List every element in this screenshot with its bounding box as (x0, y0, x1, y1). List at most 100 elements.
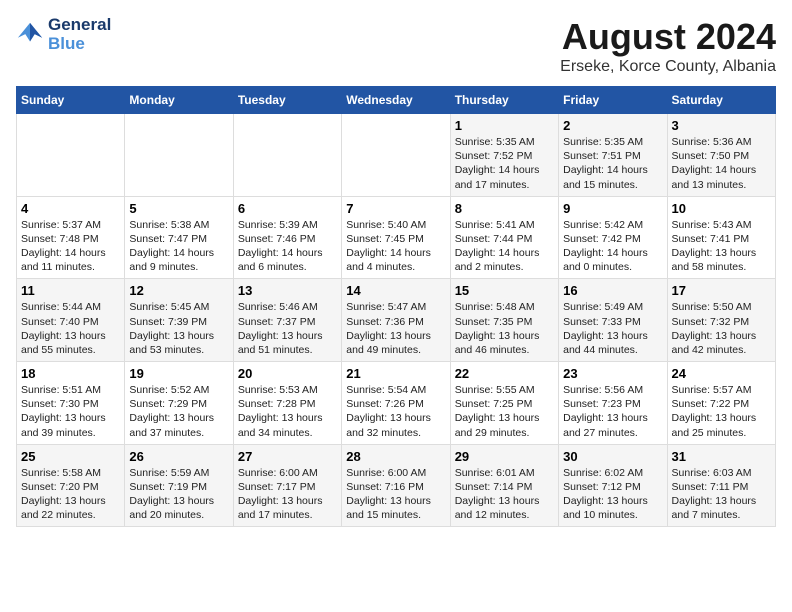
calendar-cell (342, 114, 450, 197)
calendar-cell: 1 Sunrise: 5:35 AM Sunset: 7:52 PM Daylig… (450, 114, 558, 197)
logo-icon (16, 21, 44, 49)
day-number: 15 (455, 283, 554, 298)
day-number: 1 (455, 118, 554, 133)
logo-line2: Blue (48, 35, 111, 54)
calendar-cell: 8 Sunrise: 5:41 AM Sunset: 7:44 PM Daylig… (450, 196, 558, 279)
calendar-cell: 23 Sunrise: 5:56 AM Sunset: 7:23 PM Dayli… (559, 362, 667, 445)
cell-sun-info: Sunrise: 5:41 AM Sunset: 7:44 PM Dayligh… (455, 218, 554, 275)
day-number: 19 (129, 366, 228, 381)
cell-sun-info: Sunrise: 5:44 AM Sunset: 7:40 PM Dayligh… (21, 300, 120, 357)
day-number: 14 (346, 283, 445, 298)
cell-sun-info: Sunrise: 5:36 AM Sunset: 7:50 PM Dayligh… (672, 135, 771, 192)
calendar-cell (17, 114, 125, 197)
cell-sun-info: Sunrise: 5:55 AM Sunset: 7:25 PM Dayligh… (455, 383, 554, 440)
header-thursday: Thursday (450, 87, 558, 114)
cell-sun-info: Sunrise: 5:35 AM Sunset: 7:52 PM Dayligh… (455, 135, 554, 192)
calendar-cell: 18 Sunrise: 5:51 AM Sunset: 7:30 PM Dayli… (17, 362, 125, 445)
day-number: 10 (672, 201, 771, 216)
logo-line1: General (48, 16, 111, 35)
day-number: 26 (129, 449, 228, 464)
cell-sun-info: Sunrise: 5:57 AM Sunset: 7:22 PM Dayligh… (672, 383, 771, 440)
calendar-title-block: August 2024 Erseke, Korce County, Albani… (560, 16, 776, 76)
day-number: 20 (238, 366, 337, 381)
calendar-cell: 4Sunrise: 5:37 AM Sunset: 7:48 PM Daylig… (17, 196, 125, 279)
cell-sun-info: Sunrise: 5:37 AM Sunset: 7:48 PM Dayligh… (21, 218, 120, 275)
cell-sun-info: Sunrise: 5:58 AM Sunset: 7:20 PM Dayligh… (21, 466, 120, 523)
calendar-cell: 12 Sunrise: 5:45 AM Sunset: 7:39 PM Dayli… (125, 279, 233, 362)
calendar-cell: 16 Sunrise: 5:49 AM Sunset: 7:33 PM Dayli… (559, 279, 667, 362)
calendar-cell: 28 Sunrise: 6:00 AM Sunset: 7:16 PM Dayli… (342, 444, 450, 527)
calendar-week-row: 11 Sunrise: 5:44 AM Sunset: 7:40 PM Dayli… (17, 279, 776, 362)
header-saturday: Saturday (667, 87, 775, 114)
calendar-week-row: 25 Sunrise: 5:58 AM Sunset: 7:20 PM Dayli… (17, 444, 776, 527)
calendar-cell: 5Sunrise: 5:38 AM Sunset: 7:47 PM Daylig… (125, 196, 233, 279)
day-number: 30 (563, 449, 662, 464)
calendar-cell: 24 Sunrise: 5:57 AM Sunset: 7:22 PM Dayli… (667, 362, 775, 445)
cell-sun-info: Sunrise: 5:45 AM Sunset: 7:39 PM Dayligh… (129, 300, 228, 357)
day-number: 28 (346, 449, 445, 464)
calendar-cell: 13 Sunrise: 5:46 AM Sunset: 7:37 PM Dayli… (233, 279, 341, 362)
day-number: 21 (346, 366, 445, 381)
calendar-cell: 31 Sunrise: 6:03 AM Sunset: 7:11 PM Dayli… (667, 444, 775, 527)
day-number: 31 (672, 449, 771, 464)
cell-sun-info: Sunrise: 5:56 AM Sunset: 7:23 PM Dayligh… (563, 383, 662, 440)
calendar-cell: 6 Sunrise: 5:39 AM Sunset: 7:46 PM Daylig… (233, 196, 341, 279)
cell-sun-info: Sunrise: 5:51 AM Sunset: 7:30 PM Dayligh… (21, 383, 120, 440)
day-number: 22 (455, 366, 554, 381)
location-subtitle: Erseke, Korce County, Albania (560, 58, 776, 76)
cell-sun-info: Sunrise: 5:54 AM Sunset: 7:26 PM Dayligh… (346, 383, 445, 440)
day-number: 25 (21, 449, 120, 464)
calendar-cell: 25 Sunrise: 5:58 AM Sunset: 7:20 PM Dayli… (17, 444, 125, 527)
calendar-cell: 21 Sunrise: 5:54 AM Sunset: 7:26 PM Dayli… (342, 362, 450, 445)
calendar-cell: 11 Sunrise: 5:44 AM Sunset: 7:40 PM Dayli… (17, 279, 125, 362)
calendar-cell: 9 Sunrise: 5:42 AM Sunset: 7:42 PM Daylig… (559, 196, 667, 279)
calendar-cell: 22 Sunrise: 5:55 AM Sunset: 7:25 PM Dayli… (450, 362, 558, 445)
day-number: 7 (346, 201, 445, 216)
calendar-cell: 10 Sunrise: 5:43 AM Sunset: 7:41 PM Dayli… (667, 196, 775, 279)
cell-sun-info: Sunrise: 6:01 AM Sunset: 7:14 PM Dayligh… (455, 466, 554, 523)
day-number: 29 (455, 449, 554, 464)
calendar-cell: 27Sunrise: 6:00 AM Sunset: 7:17 PM Dayli… (233, 444, 341, 527)
calendar-cell: 30 Sunrise: 6:02 AM Sunset: 7:12 PM Dayli… (559, 444, 667, 527)
cell-sun-info: Sunrise: 5:35 AM Sunset: 7:51 PM Dayligh… (563, 135, 662, 192)
header-wednesday: Wednesday (342, 87, 450, 114)
cell-sun-info: Sunrise: 5:52 AM Sunset: 7:29 PM Dayligh… (129, 383, 228, 440)
day-number: 6 (238, 201, 337, 216)
day-number: 23 (563, 366, 662, 381)
calendar-week-row: 18 Sunrise: 5:51 AM Sunset: 7:30 PM Dayli… (17, 362, 776, 445)
header-tuesday: Tuesday (233, 87, 341, 114)
calendar-week-row: 4Sunrise: 5:37 AM Sunset: 7:48 PM Daylig… (17, 196, 776, 279)
header-sunday: Sunday (17, 87, 125, 114)
day-number: 8 (455, 201, 554, 216)
cell-sun-info: Sunrise: 5:49 AM Sunset: 7:33 PM Dayligh… (563, 300, 662, 357)
calendar-cell: 3 Sunrise: 5:36 AM Sunset: 7:50 PM Daylig… (667, 114, 775, 197)
calendar-cell (233, 114, 341, 197)
logo: General Blue (16, 16, 111, 53)
page-header: General Blue August 2024 Erseke, Korce C… (16, 16, 776, 76)
calendar-cell: 29 Sunrise: 6:01 AM Sunset: 7:14 PM Dayli… (450, 444, 558, 527)
day-number: 17 (672, 283, 771, 298)
day-number: 11 (21, 283, 120, 298)
cell-sun-info: Sunrise: 5:42 AM Sunset: 7:42 PM Dayligh… (563, 218, 662, 275)
cell-sun-info: Sunrise: 6:03 AM Sunset: 7:11 PM Dayligh… (672, 466, 771, 523)
day-number: 2 (563, 118, 662, 133)
day-number: 3 (672, 118, 771, 133)
cell-sun-info: Sunrise: 5:53 AM Sunset: 7:28 PM Dayligh… (238, 383, 337, 440)
day-number: 16 (563, 283, 662, 298)
day-number: 18 (21, 366, 120, 381)
month-year-title: August 2024 (560, 16, 776, 58)
cell-sun-info: Sunrise: 5:46 AM Sunset: 7:37 PM Dayligh… (238, 300, 337, 357)
calendar-cell: 14Sunrise: 5:47 AM Sunset: 7:36 PM Dayli… (342, 279, 450, 362)
day-number: 5 (129, 201, 228, 216)
day-number: 24 (672, 366, 771, 381)
day-number: 13 (238, 283, 337, 298)
cell-sun-info: Sunrise: 6:02 AM Sunset: 7:12 PM Dayligh… (563, 466, 662, 523)
cell-sun-info: Sunrise: 6:00 AM Sunset: 7:16 PM Dayligh… (346, 466, 445, 523)
cell-sun-info: Sunrise: 5:48 AM Sunset: 7:35 PM Dayligh… (455, 300, 554, 357)
calendar-header-row: SundayMondayTuesdayWednesdayThursdayFrid… (17, 87, 776, 114)
calendar-cell: 2 Sunrise: 5:35 AM Sunset: 7:51 PM Daylig… (559, 114, 667, 197)
cell-sun-info: Sunrise: 5:43 AM Sunset: 7:41 PM Dayligh… (672, 218, 771, 275)
cell-sun-info: Sunrise: 5:39 AM Sunset: 7:46 PM Dayligh… (238, 218, 337, 275)
day-number: 9 (563, 201, 662, 216)
day-number: 12 (129, 283, 228, 298)
